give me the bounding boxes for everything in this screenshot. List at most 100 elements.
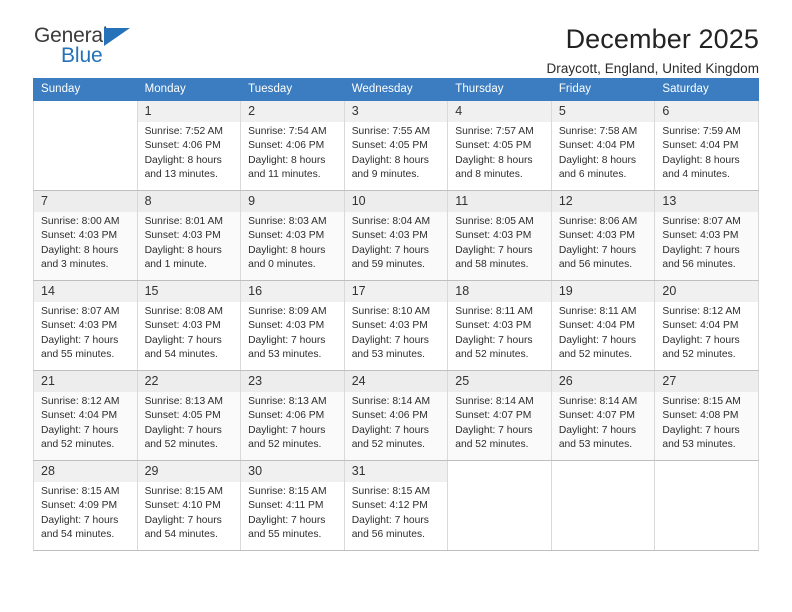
- weekday-header-monday: Monday: [136, 78, 242, 101]
- day-cell[interactable]: 24 Sunrise: 8:14 AM Sunset: 4:06 PM Dayl…: [343, 370, 449, 461]
- day-cell[interactable]: 9 Sunrise: 8:03 AM Sunset: 4:03 PM Dayli…: [240, 190, 345, 281]
- day-cell[interactable]: 22 Sunrise: 8:13 AM Sunset: 4:05 PM Dayl…: [136, 370, 242, 461]
- sunset-text: Sunset: 4:11 PM: [248, 500, 324, 512]
- day-cell[interactable]: 20 Sunrise: 8:12 AM Sunset: 4:04 PM Dayl…: [654, 280, 759, 371]
- sunset-text: Sunset: 4:12 PM: [351, 500, 428, 512]
- sunset-text: Sunset: 4:03 PM: [558, 230, 635, 242]
- sunset-text: Sunset: 4:05 PM: [144, 410, 221, 422]
- daylight-text-line2: and 52 minutes.: [558, 349, 633, 361]
- day-cell[interactable]: 4 Sunrise: 7:57 AM Sunset: 4:05 PM Dayli…: [447, 100, 552, 191]
- page-header: General Blue December 2025 Draycott, Eng…: [33, 0, 759, 76]
- day-cell[interactable]: 7 Sunrise: 8:00 AM Sunset: 4:03 PM Dayli…: [33, 190, 138, 281]
- day-number: 28: [34, 461, 137, 482]
- day-cell[interactable]: 19 Sunrise: 8:11 AM Sunset: 4:04 PM Dayl…: [550, 280, 656, 371]
- daylight-text-line2: and 55 minutes.: [41, 349, 115, 361]
- day-cell[interactable]: 29 Sunrise: 8:15 AM Sunset: 4:10 PM Dayl…: [136, 460, 242, 551]
- day-cell[interactable]: 3 Sunrise: 7:55 AM Sunset: 4:05 PM Dayli…: [343, 100, 449, 191]
- day-cell[interactable]: 23 Sunrise: 8:13 AM Sunset: 4:06 PM Dayl…: [240, 370, 345, 461]
- day-info: Sunrise: 8:03 AM Sunset: 4:03 PM Dayligh…: [241, 212, 344, 273]
- day-info: Sunrise: 8:08 AM Sunset: 4:03 PM Dayligh…: [138, 302, 241, 363]
- day-cell[interactable]: 11 Sunrise: 8:05 AM Sunset: 4:03 PM Dayl…: [447, 190, 552, 281]
- daylight-text-line1: Daylight: 8 hours: [41, 244, 119, 256]
- day-info: Sunrise: 8:12 AM Sunset: 4:04 PM Dayligh…: [34, 392, 137, 453]
- day-number: [655, 461, 758, 466]
- sunset-text: Sunset: 4:03 PM: [41, 320, 118, 332]
- day-cell[interactable]: 12 Sunrise: 8:06 AM Sunset: 4:03 PM Dayl…: [550, 190, 656, 281]
- daylight-text-line1: Daylight: 7 hours: [41, 514, 119, 526]
- logo-text-blue: Blue: [61, 44, 103, 67]
- day-cell[interactable]: 6 Sunrise: 7:59 AM Sunset: 4:04 PM Dayli…: [654, 100, 759, 191]
- day-cell[interactable]: 21 Sunrise: 8:12 AM Sunset: 4:04 PM Dayl…: [33, 370, 138, 461]
- day-info: Sunrise: 8:13 AM Sunset: 4:06 PM Dayligh…: [241, 392, 344, 453]
- sunset-text: Sunset: 4:05 PM: [455, 140, 532, 152]
- day-info: Sunrise: 8:11 AM Sunset: 4:04 PM Dayligh…: [552, 302, 655, 363]
- day-cell[interactable]: 14 Sunrise: 8:07 AM Sunset: 4:03 PM Dayl…: [33, 280, 138, 371]
- day-number: 5: [551, 101, 655, 122]
- day-cell[interactable]: 2 Sunrise: 7:54 AM Sunset: 4:06 PM Dayli…: [240, 100, 345, 191]
- sunrise-text: Sunrise: 8:01 AM: [144, 215, 223, 227]
- day-cell[interactable]: 8 Sunrise: 8:01 AM Sunset: 4:03 PM Dayli…: [136, 190, 242, 281]
- day-info: Sunrise: 7:59 AM Sunset: 4:04 PM Dayligh…: [655, 122, 758, 183]
- day-cell[interactable]: 1 Sunrise: 7:52 AM Sunset: 4:06 PM Dayli…: [136, 100, 242, 191]
- sunset-text: Sunset: 4:03 PM: [351, 230, 428, 242]
- sunrise-text: Sunrise: 8:08 AM: [144, 305, 223, 317]
- sunrise-text: Sunrise: 7:55 AM: [351, 125, 431, 137]
- weekday-header-friday: Friday: [550, 78, 656, 101]
- day-info: Sunrise: 8:01 AM Sunset: 4:03 PM Dayligh…: [138, 212, 241, 273]
- daylight-text-line1: Daylight: 7 hours: [558, 244, 637, 256]
- daylight-text-line2: and 54 minutes.: [41, 529, 115, 541]
- daylight-text-line2: and 55 minutes.: [248, 529, 322, 541]
- daylight-text-line2: and 9 minutes.: [351, 169, 420, 181]
- sunset-text: Sunset: 4:05 PM: [351, 140, 428, 152]
- daylight-text-line1: Daylight: 8 hours: [455, 154, 533, 166]
- day-cell[interactable]: 31 Sunrise: 8:15 AM Sunset: 4:12 PM Dayl…: [343, 460, 449, 551]
- day-number: 8: [137, 191, 241, 212]
- day-cell[interactable]: 18 Sunrise: 8:11 AM Sunset: 4:03 PM Dayl…: [447, 280, 552, 371]
- day-cell[interactable]: 28 Sunrise: 8:15 AM Sunset: 4:09 PM Dayl…: [33, 460, 138, 551]
- day-number: 10: [344, 191, 448, 212]
- day-cell[interactable]: 25 Sunrise: 8:14 AM Sunset: 4:07 PM Dayl…: [447, 370, 552, 461]
- sunrise-text: Sunrise: 8:15 AM: [41, 485, 120, 497]
- day-number: 9: [241, 191, 344, 212]
- daylight-text-line2: and 52 minutes.: [248, 439, 322, 451]
- sunrise-text: Sunrise: 8:14 AM: [351, 395, 431, 407]
- day-cell[interactable]: 5 Sunrise: 7:58 AM Sunset: 4:04 PM Dayli…: [550, 100, 656, 191]
- daylight-text-line1: Daylight: 8 hours: [144, 244, 222, 256]
- day-number: 13: [655, 191, 758, 212]
- sunrise-text: Sunrise: 8:09 AM: [248, 305, 327, 317]
- day-info: Sunrise: 8:14 AM Sunset: 4:07 PM Dayligh…: [552, 392, 655, 453]
- day-cell[interactable]: 13 Sunrise: 8:07 AM Sunset: 4:03 PM Dayl…: [654, 190, 759, 281]
- sunset-text: Sunset: 4:03 PM: [351, 320, 428, 332]
- daylight-text-line2: and 11 minutes.: [248, 169, 321, 181]
- weekday-header-thursday: Thursday: [447, 78, 552, 101]
- day-info: Sunrise: 8:14 AM Sunset: 4:07 PM Dayligh…: [448, 392, 551, 453]
- day-cell[interactable]: 27 Sunrise: 8:15 AM Sunset: 4:08 PM Dayl…: [654, 370, 759, 461]
- day-number: 24: [344, 371, 448, 392]
- day-number: 6: [655, 101, 758, 122]
- sunset-text: Sunset: 4:06 PM: [351, 410, 428, 422]
- day-cell-empty: [447, 460, 552, 551]
- daylight-text-line2: and 4 minutes.: [662, 169, 730, 181]
- day-number: 18: [448, 281, 551, 302]
- sunset-text: Sunset: 4:04 PM: [41, 410, 118, 422]
- day-cell[interactable]: 30 Sunrise: 8:15 AM Sunset: 4:11 PM Dayl…: [240, 460, 345, 551]
- sunset-text: Sunset: 4:03 PM: [248, 320, 325, 332]
- day-info: Sunrise: 8:12 AM Sunset: 4:04 PM Dayligh…: [655, 302, 758, 363]
- day-cell[interactable]: 17 Sunrise: 8:10 AM Sunset: 4:03 PM Dayl…: [343, 280, 449, 371]
- daylight-text-line2: and 8 minutes.: [455, 169, 523, 181]
- daylight-text-line1: Daylight: 7 hours: [41, 334, 119, 346]
- calendar-body: 1 Sunrise: 7:52 AM Sunset: 4:06 PM Dayli…: [33, 100, 759, 551]
- day-cell[interactable]: 16 Sunrise: 8:09 AM Sunset: 4:03 PM Dayl…: [240, 280, 345, 371]
- day-cell[interactable]: 26 Sunrise: 8:14 AM Sunset: 4:07 PM Dayl…: [550, 370, 656, 461]
- daylight-text-line2: and 52 minutes.: [144, 439, 218, 451]
- day-cell[interactable]: 10 Sunrise: 8:04 AM Sunset: 4:03 PM Dayl…: [343, 190, 449, 281]
- day-number: 23: [241, 371, 344, 392]
- day-cell[interactable]: 15 Sunrise: 8:08 AM Sunset: 4:03 PM Dayl…: [136, 280, 242, 371]
- sunset-text: Sunset: 4:03 PM: [144, 230, 221, 242]
- calendar-header-row: Sunday Monday Tuesday Wednesday Thursday…: [33, 78, 759, 101]
- sunset-text: Sunset: 4:04 PM: [558, 320, 635, 332]
- sunset-text: Sunset: 4:08 PM: [662, 410, 739, 422]
- daylight-text-line1: Daylight: 7 hours: [351, 334, 429, 346]
- sunrise-text: Sunrise: 8:12 AM: [662, 305, 741, 317]
- sunset-text: Sunset: 4:04 PM: [662, 140, 739, 152]
